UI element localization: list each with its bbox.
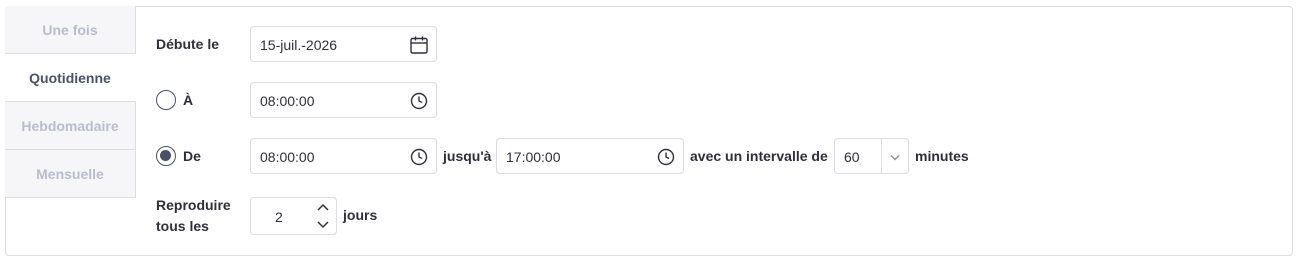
- chevron-down-icon[interactable]: [885, 147, 905, 167]
- until-time-input[interactable]: 17:00:00: [496, 138, 684, 174]
- tab-une-fois[interactable]: Une fois: [5, 6, 136, 54]
- repeat-value: 2: [275, 209, 283, 225]
- from-time-value: 08:00:00: [260, 149, 315, 165]
- calendar-icon[interactable]: [409, 35, 429, 55]
- at-radio[interactable]: [156, 90, 176, 110]
- interval-label: avec un intervalle de: [690, 148, 828, 164]
- until-time-value: 17:00:00: [506, 149, 561, 165]
- select-divider: [881, 139, 882, 173]
- repeat-unit-label: jours: [343, 207, 378, 223]
- start-date-input[interactable]: 15-juil.-2026: [250, 26, 437, 62]
- repeat-stepper[interactable]: 2: [250, 197, 337, 235]
- start-date-value: 15-juil.-2026: [260, 37, 338, 53]
- chevron-up-icon[interactable]: [313, 201, 333, 215]
- start-date-label: Débute le: [156, 36, 220, 52]
- tab-quotidienne[interactable]: Quotidienne: [5, 54, 136, 102]
- clock-icon[interactable]: [409, 91, 429, 111]
- chevron-down-icon[interactable]: [313, 217, 333, 231]
- tab-hebdomadaire[interactable]: Hebdomadaire: [5, 102, 136, 150]
- from-label: De: [183, 148, 201, 164]
- at-label: À: [183, 92, 194, 108]
- at-time-input[interactable]: 08:00:00: [250, 82, 437, 118]
- interval-unit-label: minutes: [915, 148, 969, 164]
- interval-value: 60: [844, 149, 860, 165]
- from-time-input[interactable]: 08:00:00: [250, 138, 437, 174]
- from-radio[interactable]: [156, 146, 176, 166]
- clock-icon[interactable]: [409, 147, 429, 167]
- tab-mensuelle[interactable]: Mensuelle: [5, 150, 136, 198]
- repeat-label-line1: Reproduire: [156, 197, 231, 213]
- repeat-label-line2: tous les: [156, 218, 209, 234]
- clock-icon[interactable]: [656, 147, 676, 167]
- until-label: jusqu'à: [443, 148, 492, 164]
- interval-select[interactable]: 60: [834, 138, 909, 174]
- at-time-value: 08:00:00: [260, 93, 315, 109]
- frequency-tabs: Une fois Quotidienne Hebdomadaire Mensue…: [5, 6, 136, 198]
